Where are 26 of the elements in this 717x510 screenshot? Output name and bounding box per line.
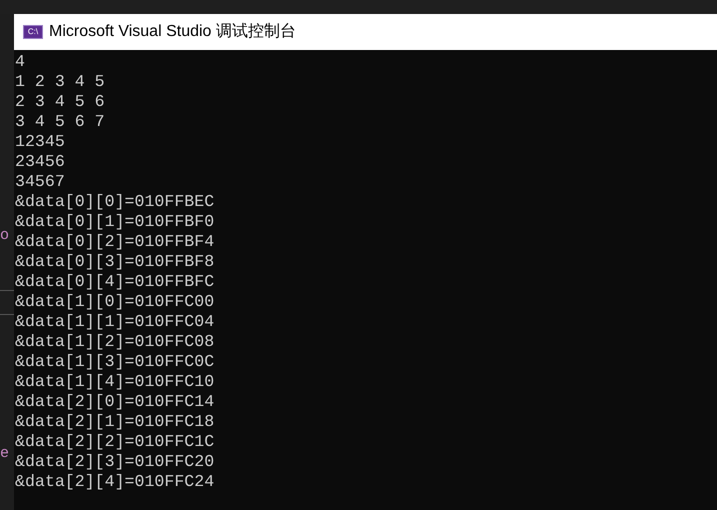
console-line: 4 <box>14 52 25 72</box>
console-line: 12345 <box>14 132 65 152</box>
code-fragment: o <box>0 226 10 246</box>
console-line: &data[1][0]=010FFC00 <box>14 292 214 312</box>
console-line: &data[2][1]=010FFC18 <box>14 412 214 432</box>
code-fragment: e <box>0 444 10 464</box>
console-line: 2 3 4 5 6 <box>14 92 105 112</box>
console-line: &data[1][1]=010FFC04 <box>14 312 214 332</box>
console-line: 34567 <box>14 172 65 192</box>
console-line: &data[0][0]=010FFBEC <box>14 192 214 212</box>
console-line: &data[1][4]=010FFC10 <box>14 372 214 392</box>
console-line: &data[0][1]=010FFBF0 <box>14 212 214 232</box>
console-line: &data[1][2]=010FFC08 <box>14 332 214 352</box>
console-line: &data[0][3]=010FFBF8 <box>14 252 214 272</box>
console-line: &data[0][2]=010FFBF4 <box>14 232 214 252</box>
window-title: Microsoft Visual Studio 调试控制台 <box>49 22 296 42</box>
console-line: &data[2][0]=010FFC14 <box>14 392 214 412</box>
console-line: &data[2][3]=010FFC20 <box>14 452 214 472</box>
console-line: 23456 <box>14 152 65 172</box>
console-line: &data[2][2]=010FFC1C <box>14 432 214 452</box>
console-app-icon: C:\ <box>23 25 43 39</box>
console-line: &data[0][4]=010FFBFC <box>14 272 214 292</box>
console-line: 1 2 3 4 5 <box>14 72 105 92</box>
console-line: &data[1][3]=010FFC0C <box>14 352 214 372</box>
console-line: 3 4 5 6 7 <box>14 112 105 132</box>
console-line: &data[2][4]=010FFC24 <box>14 472 214 492</box>
